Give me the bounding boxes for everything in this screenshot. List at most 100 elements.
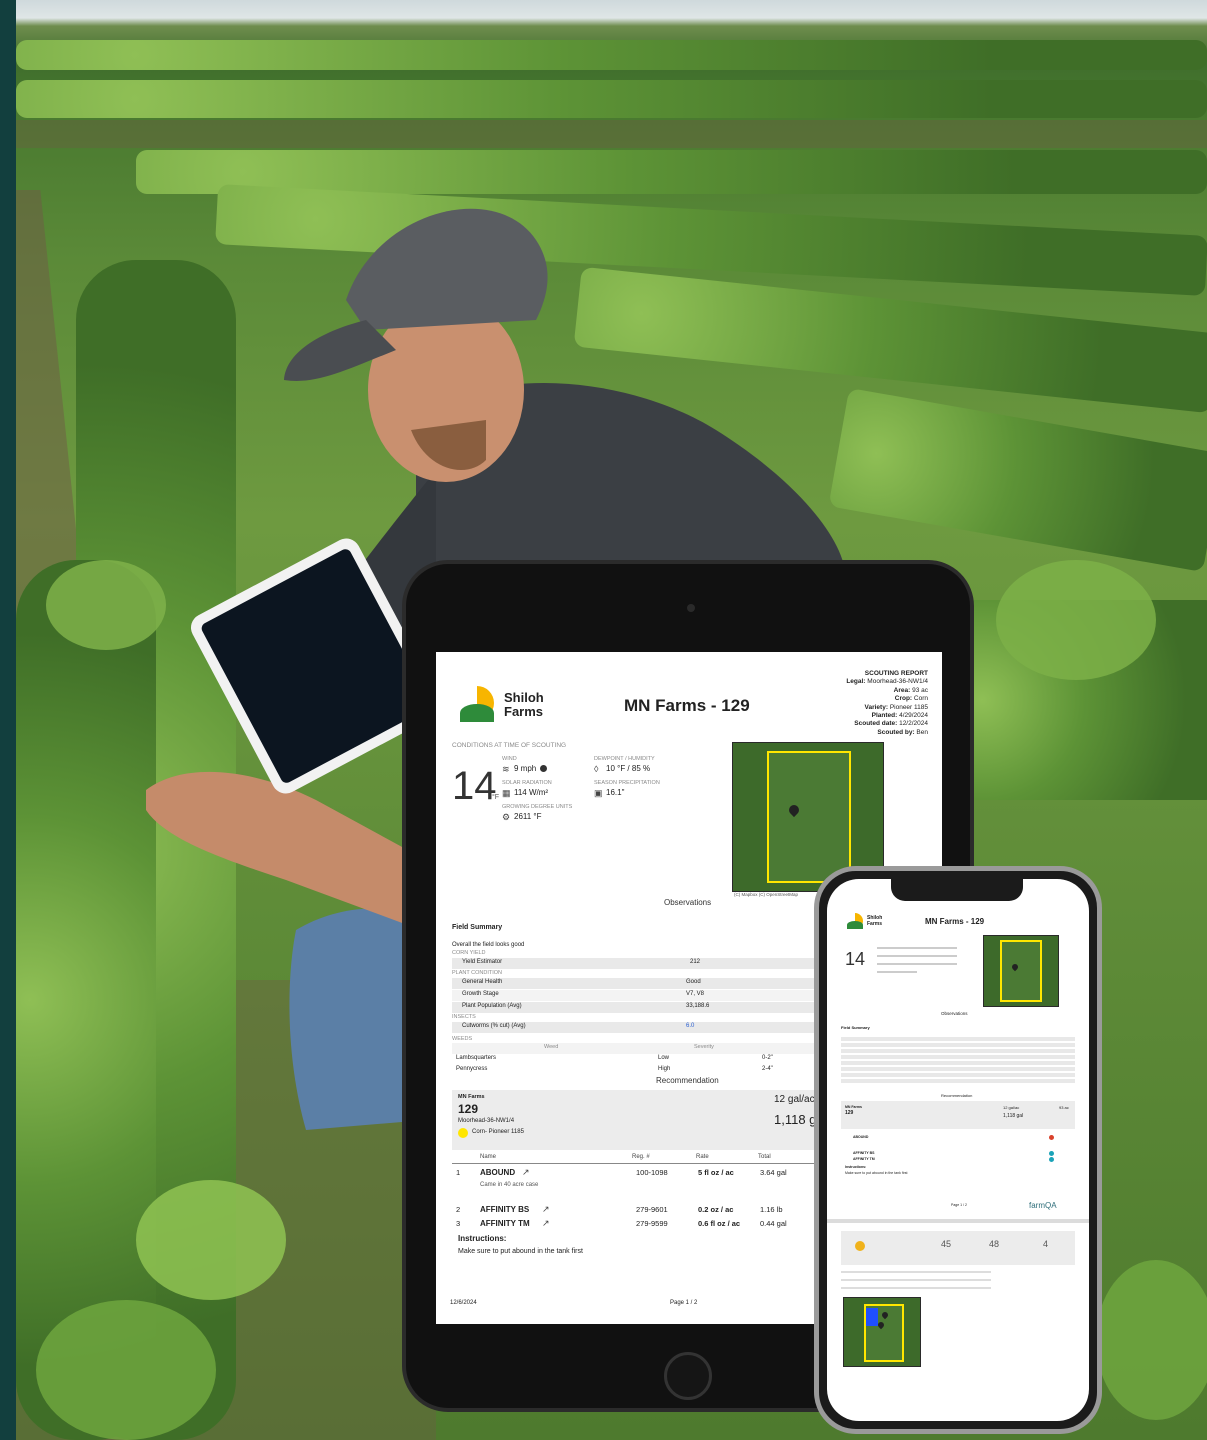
col-reg: Reg. #: [632, 1154, 650, 1160]
status-dot-red: [1049, 1135, 1054, 1140]
rec-crop: Corn- Pioneer 1185: [472, 1129, 524, 1135]
droplet-icon: ◊: [594, 764, 599, 774]
product-index: 2: [456, 1205, 461, 1214]
temperature-unit: °F: [492, 794, 500, 801]
stat-value: 45: [941, 1239, 952, 1249]
phone-product-name[interactable]: AFFINITY TM: [853, 1157, 875, 1161]
map-credit: (C) Mapbox (C) OpenStreetMap: [734, 892, 799, 897]
external-link-icon[interactable]: ↗: [542, 1218, 550, 1229]
product-name[interactable]: ABOUND: [480, 1168, 515, 1177]
phone-notes: [841, 1271, 991, 1291]
instructions-label: Instructions:: [458, 1234, 507, 1243]
rec-total: 1,118 g: [774, 1112, 817, 1127]
col-rate: Rate: [696, 1154, 709, 1160]
corn-yield-label: CORN YIELD: [452, 950, 486, 956]
rec-farm: MN Farms: [458, 1094, 485, 1100]
gdu-value: 2611 °F: [514, 812, 542, 821]
phone-recommendation-heading: Recommendation: [941, 1093, 973, 1098]
status-dot-teal: [1049, 1157, 1054, 1162]
footer-page: Page 1 / 2: [670, 1300, 698, 1306]
meta-variety: Variety: Pioneer 1185: [864, 703, 929, 711]
weed-column-header: Weed: [544, 1044, 559, 1050]
crop-color-dot: [458, 1128, 468, 1138]
brand-name-line1: Shiloh: [504, 690, 544, 705]
wind-direction-icon: [540, 765, 547, 772]
phone-device: Shiloh Farms MN Farms - 129 14 Observati…: [814, 866, 1102, 1434]
report-kind: SCOUTING REPORT: [864, 670, 928, 677]
rec-rate: 12 gal/ac: [774, 1094, 815, 1105]
phone-field-summary: Field Summary: [841, 1025, 870, 1030]
cutworms-label: Cutworms (% cut) (Avg): [462, 1023, 526, 1029]
product-total: 3.64 gal: [760, 1168, 787, 1177]
meta-legal: Legal: Moorhead-36-NW1/4: [846, 678, 928, 686]
weed-size: 2-4": [762, 1066, 773, 1072]
product-name[interactable]: AFFINITY TM: [480, 1219, 530, 1228]
footer-date: 12/6/2024: [450, 1300, 477, 1306]
severity-column-header: Severity: [694, 1044, 714, 1050]
meta-scouted: Scouted date: 12/2/2024: [854, 720, 928, 728]
phone-product-name[interactable]: ABOUND: [853, 1135, 868, 1139]
field-summary-text: Overall the field looks good: [452, 942, 525, 948]
cutworms-value[interactable]: 6.0: [686, 1023, 694, 1029]
phone-rec-farm: MN Farms: [845, 1105, 862, 1109]
phone-product-name[interactable]: AFFINITY BS: [853, 1151, 875, 1155]
phone-field-map[interactable]: [983, 935, 1059, 1007]
dewpoint-value: 10 °F / 85 %: [606, 764, 651, 773]
product-name[interactable]: AFFINITY BS: [480, 1205, 529, 1214]
phone-screen-report[interactable]: Shiloh Farms MN Farms - 129 14 Observati…: [827, 879, 1089, 1421]
phone-instructions-text: Make sure to put abound in the tank firs…: [845, 1171, 908, 1175]
phone-page-title: MN Farms - 129: [925, 917, 985, 926]
weed-severity: High: [658, 1066, 671, 1072]
field-boundary: [1000, 940, 1042, 1002]
dewpoint-label: DEWPOINT / HUMIDITY: [594, 756, 655, 762]
yield-estimator-label: Yield Estimator: [462, 959, 503, 965]
product-reg: 279-9601: [636, 1205, 668, 1214]
weed-severity: Low: [658, 1055, 670, 1061]
weed-name: Lambsquarters: [456, 1055, 497, 1061]
external-link-icon[interactable]: ↗: [522, 1167, 530, 1178]
growth-stage-value: V7, V8: [686, 991, 705, 997]
product-total: 1.16 lb: [760, 1205, 783, 1214]
phone-rec-rate: 12 gal/ac: [1003, 1105, 1020, 1110]
weed-size: 0-2": [762, 1055, 773, 1061]
general-health-label: General Health: [462, 979, 503, 985]
product-reg: 279-9599: [636, 1219, 668, 1228]
external-link-icon[interactable]: ↗: [542, 1204, 550, 1215]
tablet-camera: [687, 604, 695, 612]
brand-name-line2: Farms: [504, 704, 544, 719]
wind-label: WIND: [502, 756, 517, 762]
phone-observations-heading: Observations: [941, 1011, 968, 1016]
meta-crop: Crop: Corn: [894, 695, 928, 703]
product-rate: 5 fl oz / ac: [698, 1168, 734, 1177]
calendar-icon: ▣: [594, 788, 603, 798]
meta-scouted-by: Scouted by: Ben: [877, 728, 928, 736]
weeds-label: WEEDS: [452, 1036, 473, 1042]
instructions-text: Make sure to put abound in the tank firs…: [458, 1248, 583, 1255]
precip-label: SEASON PRECIPITATION: [594, 780, 660, 786]
tablet-home-button[interactable]: [664, 1352, 712, 1400]
meta-area: Area: 93 ac: [893, 686, 928, 694]
phone-observation-table: [841, 1037, 1075, 1085]
col-total: Total: [758, 1154, 771, 1160]
rec-legal: Moorhead-36-NW1/4: [458, 1118, 515, 1124]
solar-label: SOLAR RADIATION: [502, 780, 552, 786]
status-dot-yellow: [855, 1241, 865, 1251]
hill-icon: [460, 704, 494, 722]
observations-heading: Observations: [664, 898, 712, 907]
phone-attachment-map[interactable]: [843, 1297, 921, 1367]
gdu-icon: ⚙: [502, 812, 511, 822]
plant-pop-value: 33,188.6: [686, 1003, 710, 1009]
growth-stage-label: Growth Stage: [462, 991, 499, 997]
field-boundary: [767, 751, 851, 883]
wind-value: 9 mph: [514, 764, 537, 773]
phone-rec-total: 1,118 gal: [1003, 1113, 1024, 1119]
solar-icon: ▦: [502, 788, 511, 798]
product-note: Came in 40 acre case: [480, 1182, 539, 1188]
rec-field: 129: [458, 1102, 479, 1116]
phone-rec-area: 93 ac: [1059, 1105, 1069, 1110]
report-meta: SCOUTING REPORT Legal: Moorhead-36-NW1/4…: [846, 670, 928, 737]
product-rate: 0.2 oz / ac: [698, 1205, 734, 1214]
meta-planted: Planted: 4/29/2024: [871, 712, 928, 720]
phone-stats-card: [841, 1231, 1075, 1265]
wind-icon: ≋: [502, 764, 510, 774]
